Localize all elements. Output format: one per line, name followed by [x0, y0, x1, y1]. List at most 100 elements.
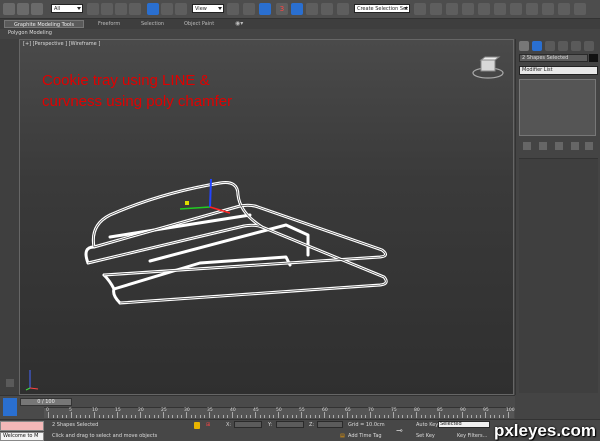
- ruler-label: 15: [115, 408, 121, 413]
- remove-modifier-icon[interactable]: [571, 142, 579, 150]
- ruler-label: 90: [460, 408, 466, 413]
- auto-key-button[interactable]: Auto Key: [416, 422, 438, 428]
- key-mode-dropdown[interactable]: Selected: [438, 421, 490, 428]
- ruler-label: 0: [46, 408, 49, 413]
- percent-snap-icon[interactable]: [306, 3, 318, 15]
- scale-icon[interactable]: [175, 3, 187, 15]
- maxscript-output[interactable]: [0, 421, 44, 431]
- align-icon[interactable]: [430, 3, 442, 15]
- mirror-icon[interactable]: [414, 3, 426, 15]
- time-tag-icon[interactable]: ▤: [340, 433, 345, 439]
- y-label: Y:: [268, 422, 273, 428]
- perspective-viewport[interactable]: [+] [Perspective ] [Wireframe ] Cookie t…: [19, 39, 514, 395]
- y-coordinate-field[interactable]: [276, 421, 304, 428]
- utilities-tab-icon[interactable]: [584, 41, 594, 51]
- main-toolbar: All View 3 Create Selection Set: [0, 0, 600, 19]
- object-color-swatch[interactable]: [589, 54, 598, 62]
- rect-selection-icon[interactable]: [115, 3, 127, 15]
- tab-graphite-modeling[interactable]: Graphite Modeling Tools: [4, 20, 84, 28]
- layer-manager-icon[interactable]: [446, 3, 458, 15]
- mini-curve-editor-icon[interactable]: [3, 398, 17, 416]
- add-time-tag-button[interactable]: Add Time Tag: [348, 433, 382, 439]
- viewport-layout-icon[interactable]: [6, 379, 14, 387]
- x-coordinate-field[interactable]: [234, 421, 262, 428]
- frame-ruler[interactable]: 0 5 10 15 20 25 30 35 40 45 50 55 60 65 70 75 80 85 90 95 10…: [44, 407, 515, 418]
- rotate-icon[interactable]: [161, 3, 173, 15]
- keyboard-shortcut-icon[interactable]: [259, 3, 271, 15]
- render-icon[interactable]: [558, 3, 570, 15]
- select-object-icon[interactable]: [87, 3, 99, 15]
- redo-icon[interactable]: [17, 3, 29, 15]
- ruler-label: 80: [414, 408, 420, 413]
- hierarchy-tab-icon[interactable]: [545, 41, 555, 51]
- modifier-stack[interactable]: [519, 79, 596, 136]
- grid-size: Grid = 10.0cm: [348, 422, 385, 428]
- ribbon-options-icon[interactable]: ◉▾: [235, 20, 243, 28]
- ruler-tick: [135, 415, 137, 418]
- pin-stack-icon[interactable]: [523, 142, 531, 150]
- selection-filter-dropdown[interactable]: All: [51, 4, 83, 13]
- caption-line-1: Cookie tray using LINE &: [42, 72, 210, 89]
- ruler-tick: [452, 415, 454, 418]
- named-selection-dropdown[interactable]: Create Selection Set: [354, 4, 410, 13]
- angle-snap-icon[interactable]: [291, 3, 303, 15]
- render-setup-icon[interactable]: [526, 3, 538, 15]
- create-tab-icon[interactable]: [519, 41, 529, 51]
- graphite-toggle-icon[interactable]: [462, 3, 474, 15]
- modify-tab-icon[interactable]: [532, 41, 542, 51]
- key-filters-button[interactable]: Key Filters...: [457, 433, 487, 439]
- cookie-tray-wireframe[interactable]: [80, 165, 420, 305]
- tab-object-paint[interactable]: Object Paint: [184, 20, 214, 28]
- viewcube-icon[interactable]: [470, 56, 506, 80]
- schematic-view-icon[interactable]: [494, 3, 506, 15]
- time-slider[interactable]: 0 / 100: [20, 398, 72, 406]
- move-icon[interactable]: [147, 3, 159, 15]
- pivot-icon[interactable]: [227, 3, 239, 15]
- absolute-mode-icon[interactable]: ⊞: [206, 422, 210, 428]
- ruler-label: 65: [345, 408, 351, 413]
- ruler-label: 25: [161, 408, 167, 413]
- activeshade-icon[interactable]: [574, 3, 586, 15]
- ruler-tick: [103, 415, 105, 418]
- make-unique-icon[interactable]: [555, 142, 563, 150]
- window-crossing-icon[interactable]: [129, 3, 141, 15]
- ruler-label: 20: [138, 408, 144, 413]
- ruler-tick: [365, 415, 367, 418]
- rendered-frame-icon[interactable]: [542, 3, 554, 15]
- selection-lock-icon[interactable]: [194, 422, 200, 429]
- reference-coord-dropdown[interactable]: View: [192, 4, 224, 13]
- key-icon[interactable]: ⊸: [396, 426, 403, 435]
- undo-icon[interactable]: [3, 3, 15, 15]
- ruler-tick: [489, 415, 491, 418]
- select-manipulate-icon[interactable]: [243, 3, 255, 15]
- configure-sets-icon[interactable]: [585, 142, 593, 150]
- spinner-snap-icon[interactable]: [321, 3, 333, 15]
- select-by-name-icon[interactable]: [101, 3, 113, 15]
- snaps-toggle-icon[interactable]: 3: [276, 3, 288, 15]
- link-icon[interactable]: [31, 3, 43, 15]
- viewport-label[interactable]: [+] [Perspective ] [Wireframe ]: [23, 41, 100, 47]
- ruler-tick: [259, 415, 261, 418]
- ruler-tick: [388, 415, 390, 418]
- maxscript-listener[interactable]: Welcome to M: [0, 432, 44, 441]
- set-key-button[interactable]: Set Key: [416, 433, 435, 439]
- material-editor-icon[interactable]: [510, 3, 522, 15]
- display-tab-icon[interactable]: [571, 41, 581, 51]
- ruler-tick: [89, 415, 91, 418]
- z-coordinate-field[interactable]: [317, 421, 343, 428]
- tab-selection[interactable]: Selection: [141, 20, 164, 28]
- show-end-result-icon[interactable]: [539, 142, 547, 150]
- ruler-tick: [310, 415, 312, 418]
- ruler-label: 5: [69, 408, 72, 413]
- tab-freeform[interactable]: Freeform: [98, 20, 120, 28]
- curve-editor-icon[interactable]: [478, 3, 490, 15]
- motion-tab-icon[interactable]: [558, 41, 568, 51]
- ruler-tick: [57, 415, 59, 418]
- modifier-list-dropdown[interactable]: Modifier List: [519, 66, 598, 75]
- polygon-modeling-label[interactable]: Polygon Modeling: [8, 30, 52, 36]
- edit-named-selection-icon[interactable]: [337, 3, 349, 15]
- ruler-tick: [130, 415, 132, 418]
- ruler-tick: [351, 415, 353, 418]
- ruler-tick: [236, 415, 238, 418]
- selected-object-name[interactable]: 2 Shapes Selected: [519, 54, 588, 62]
